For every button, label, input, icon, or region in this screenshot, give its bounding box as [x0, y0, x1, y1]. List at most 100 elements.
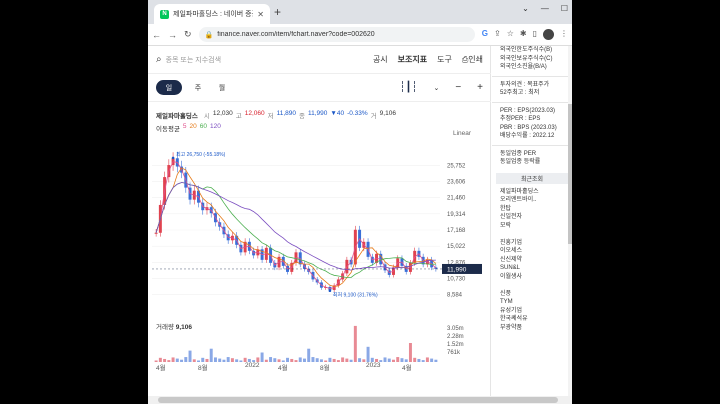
profile-avatar[interactable]: [543, 29, 554, 40]
period-weekly-button[interactable]: 주: [190, 83, 206, 93]
ma60-label[interactable]: 60: [200, 123, 207, 133]
reload-icon[interactable]: ↻: [184, 29, 192, 40]
new-tab-icon[interactable]: +: [274, 5, 281, 19]
recent-item[interactable]: 오리엔트바이..: [500, 196, 572, 205]
chart-search-row: ⌕ 종목 또는 지수검색 공시 보조지표 도구 ⎙인쇄: [148, 46, 491, 74]
info-row: 외국인한도주식수(B): [500, 47, 553, 53]
ma5-label[interactable]: 5: [183, 123, 187, 133]
recent-item[interactable]: 이월생사: [500, 273, 572, 282]
y-tick-label: 23,606: [447, 180, 466, 186]
minimize-icon[interactable]: —: [541, 4, 549, 13]
x-tick-label: 2022: [245, 362, 260, 369]
ma20-label[interactable]: 20: [190, 123, 197, 133]
chevron-down-icon[interactable]: ⌄: [522, 4, 529, 13]
ma5-line: [155, 161, 437, 289]
y-tick-label: 21,460: [447, 196, 466, 202]
recent-item[interactable]: 부광약품: [500, 324, 572, 333]
stock-name: 제일파마홀딩스: [156, 113, 198, 120]
recent-item[interactable]: 신신제약: [500, 256, 572, 265]
industry-block: 동일업종 PER 동일업종 등락률: [492, 150, 572, 167]
horizontal-scrollbar-thumb[interactable]: [158, 397, 558, 403]
info-row: 투자의견 : 목표주가: [500, 81, 550, 88]
recent-item[interactable]: [500, 230, 572, 239]
volume-bar: [366, 346, 370, 362]
recent-item[interactable]: 이오세스: [500, 247, 572, 256]
recent-item[interactable]: 신풍: [500, 290, 572, 299]
google-icon[interactable]: G: [482, 29, 488, 40]
change-value: ▼40: [330, 110, 345, 117]
recent-item[interactable]: [500, 281, 572, 290]
share-icon[interactable]: ⇪: [494, 29, 501, 40]
horizontal-scrollbar[interactable]: [148, 396, 572, 404]
recent-item[interactable]: 유성기업: [500, 307, 572, 316]
recent-item[interactable]: 신일전자: [500, 213, 572, 222]
current-price-label: 11,990: [447, 266, 467, 273]
close-tab-icon[interactable]: ✕: [257, 10, 264, 19]
maximize-icon[interactable]: ☐: [561, 4, 568, 13]
change-pct: -0.33%: [347, 110, 368, 117]
candlestick-icon[interactable]: ┆┃┆: [399, 82, 417, 93]
recent-item[interactable]: 진흥기업: [500, 239, 572, 248]
moving-average-legend: 이동평균 5 20 60 120: [156, 123, 221, 133]
scale-mode-toggle[interactable]: Linear: [453, 130, 471, 137]
menu-tools[interactable]: 도구: [437, 54, 452, 65]
back-icon[interactable]: ←: [152, 30, 161, 40]
close-value: 11,990: [308, 110, 328, 117]
quote-summary: 제일파마홀딩스 시 12,030 고 12,060 저 11,890 종 11,990 …: [156, 110, 396, 120]
menu-disclosure[interactable]: 공시: [373, 54, 388, 65]
zoom-in-icon[interactable]: +: [477, 82, 483, 93]
volume-value: 9,106: [379, 110, 396, 117]
x-tick-label: 4월: [156, 365, 166, 372]
lock-icon[interactable]: 🔒: [205, 31, 214, 39]
chevron-down-icon[interactable]: ⌄: [433, 84, 439, 92]
x-tick-label: 8월: [320, 365, 330, 372]
period-monthly-button[interactable]: 월: [214, 83, 230, 93]
recent-item[interactable]: 모락: [500, 222, 572, 231]
recent-item[interactable]: 한탑: [500, 205, 572, 214]
ma120-label[interactable]: 120: [210, 123, 221, 133]
stock-info-side-panel: 외국인한도주식수(B) 외국인보유주식수(C) 외국인소진율(B/A) 투자의견 :…: [492, 46, 572, 396]
candle-body: [154, 232, 158, 234]
price-chart[interactable]: 25,75223,60621,46019,31417,16815,02212,8…: [148, 138, 491, 314]
window-controls: ⌄ — ☐: [522, 4, 568, 13]
extensions-icon[interactable]: ✱: [520, 29, 527, 40]
menu-indicators[interactable]: 보조지표: [398, 54, 427, 65]
recent-item[interactable]: 제일파마홀딩스: [500, 188, 572, 197]
browser-window: N 제일파마홀딩스 : 네이버 증권 ✕ + ⌄ — ☐ ← → ↻ 🔒 fin…: [148, 0, 572, 404]
period-daily-button[interactable]: 일: [156, 80, 182, 95]
recent-item[interactable]: TYM: [500, 298, 572, 307]
high-value: 12,060: [244, 110, 265, 117]
vertical-scrollbar-thumb[interactable]: [568, 104, 572, 244]
volume-chart-value: 9,106: [175, 324, 193, 331]
zoom-out-icon[interactable]: −: [455, 82, 461, 93]
sidepanel-icon[interactable]: ▯: [533, 29, 537, 40]
date-axis: 4월 8월 2022 4월 8월 2023 4월: [148, 362, 491, 374]
recent-views-tab[interactable]: 최근조회: [496, 172, 568, 184]
close-label: 종: [299, 113, 305, 120]
y-tick-label: 25,752: [447, 163, 466, 169]
kebab-menu-icon[interactable]: ⋮: [560, 29, 568, 40]
chart-menu: 공시 보조지표 도구 ⎙인쇄: [373, 54, 483, 65]
info-row: PBR : BPS (2023.03): [500, 124, 557, 131]
stock-search-input[interactable]: 종목 또는 지수검색: [166, 55, 373, 65]
volume-bar: [307, 348, 311, 362]
recent-item[interactable]: SUN&L: [500, 264, 572, 273]
opinion-block: 투자의견 : 목표주가 52주최고 : 최저: [492, 81, 572, 98]
info-row: 추정PER : EPS: [500, 116, 541, 122]
bookmark-star-icon[interactable]: ☆: [507, 29, 514, 40]
search-icon[interactable]: ⌕: [156, 54, 162, 65]
info-row: 52주최고 : 최저: [500, 90, 540, 96]
high-label: 고: [235, 113, 242, 120]
forward-icon[interactable]: →: [168, 30, 177, 40]
address-bar[interactable]: 🔒 finance.naver.com/item/fchart.naver?co…: [198, 27, 475, 42]
high-marker: [171, 156, 175, 160]
menu-print[interactable]: ⎙인쇄: [462, 54, 483, 65]
info-row: 배당수익률 : 2022.12: [500, 133, 555, 139]
high-annotation: 최고 26,750 (-55.18%): [176, 151, 226, 158]
recent-item[interactable]: 한국쎄석유: [500, 315, 572, 324]
recent-views-list: 제일파마홀딩스 오리엔트바이.. 한탑 신일전자 모락 진흥기업 이오세스 신신제약 SUN&…: [492, 188, 572, 333]
vertical-scrollbar[interactable]: [568, 46, 572, 396]
open-value: 12,030: [212, 110, 233, 117]
browser-tab[interactable]: N 제일파마홀딩스 : 네이버 증권 ✕: [154, 4, 270, 24]
volume-tick-label: 761k: [447, 350, 461, 356]
